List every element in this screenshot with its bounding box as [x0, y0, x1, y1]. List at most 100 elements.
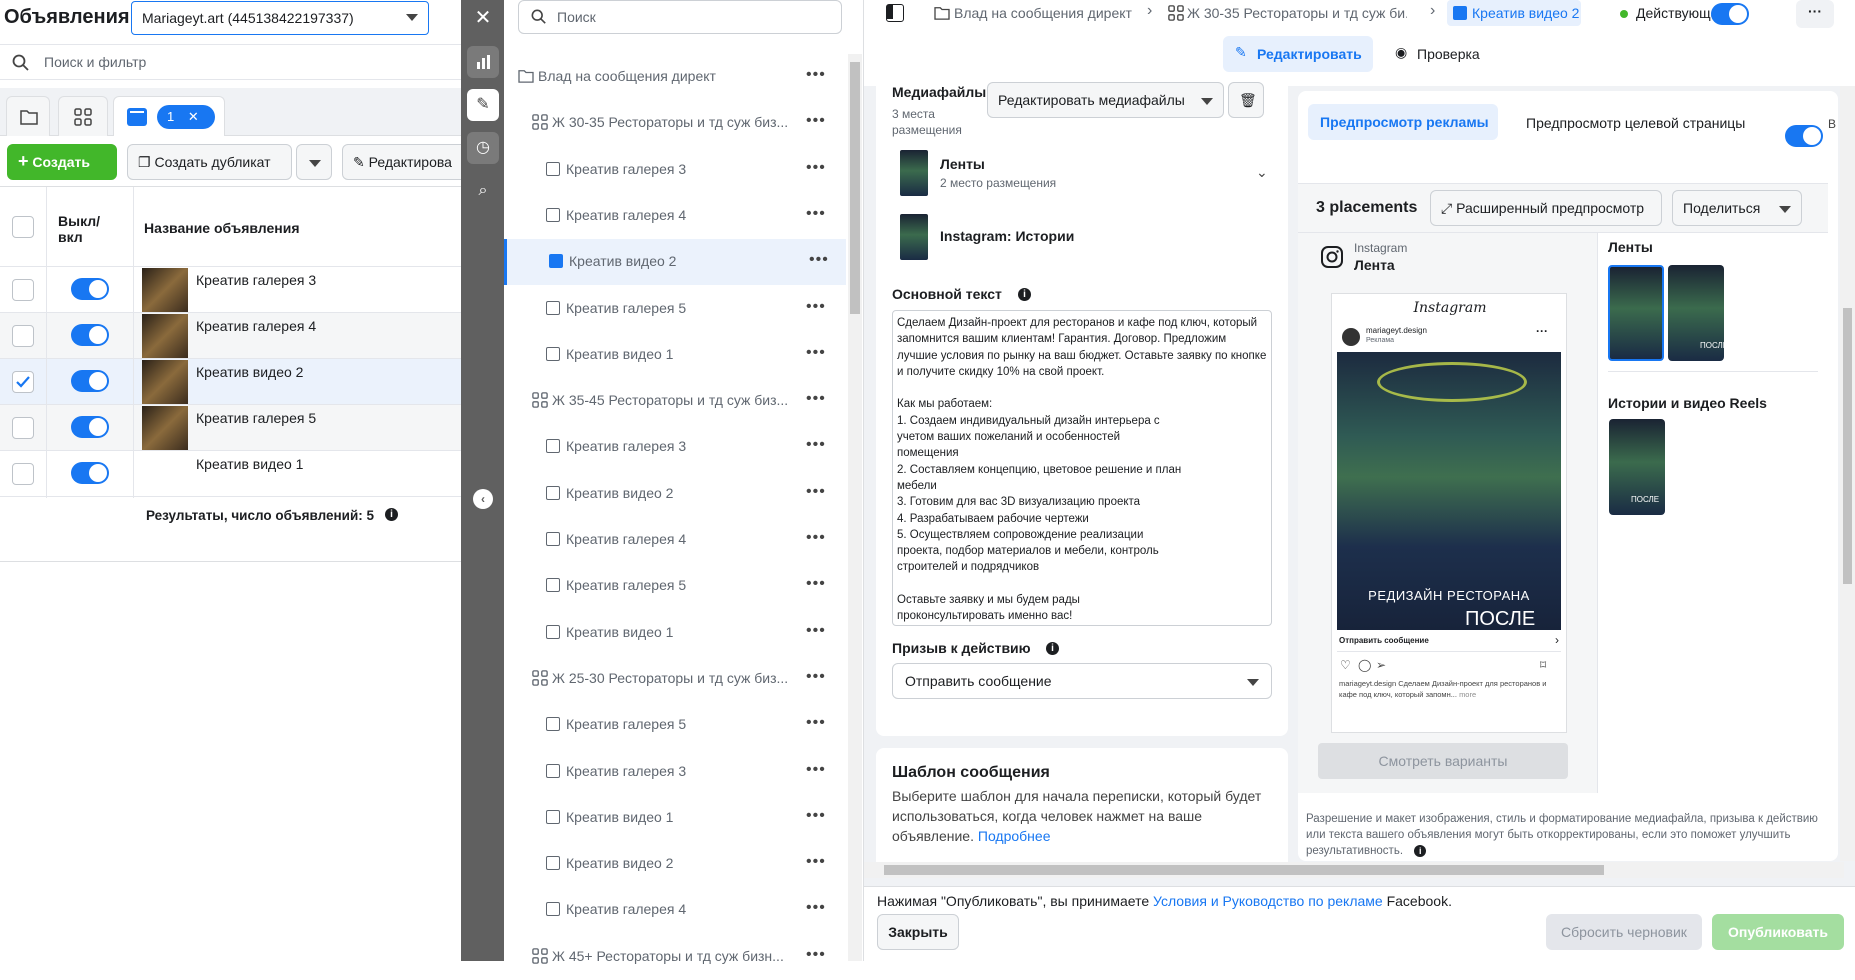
terms-link[interactable]: Условия и Руководство по рекламе [1153, 893, 1383, 909]
tree-item-ad[interactable]: Креатив галерея 3 ••• [504, 749, 846, 795]
row-checkbox[interactable] [12, 417, 34, 439]
tree-item-ad[interactable]: Креатив видео 1 ••• [504, 610, 846, 656]
tree-item-ad[interactable]: Креатив галерея 5 ••• [504, 563, 846, 609]
account-select[interactable]: Mariageyt.art (445138422197337) [131, 1, 429, 35]
more-icon[interactable]: ••• [806, 853, 826, 871]
scroll-thumb[interactable] [850, 62, 860, 314]
placement-thumb-feed-1[interactable] [1608, 265, 1664, 361]
more-icon[interactable]: ••• [809, 251, 829, 269]
tree-item-ad[interactable]: Креатив видео 2 ••• [504, 841, 846, 887]
placement-thumb-feed-2[interactable]: ПОСЛЕ [1668, 265, 1728, 361]
primary-text-input[interactable]: Сделаем Дизайн-проект для ресторанов и к… [892, 310, 1272, 626]
row-toggle[interactable] [71, 278, 109, 300]
tab-landing-preview[interactable]: Предпросмотр целевой страницы [1526, 115, 1745, 131]
selected-count-pill[interactable]: 1 ✕ [157, 105, 215, 129]
tree-item-ad[interactable]: Креатив галерея 5 ••• [504, 702, 846, 748]
more-icon[interactable]: ••• [806, 112, 826, 130]
delete-media-button[interactable]: 🗑 [1228, 82, 1264, 118]
more-icon[interactable]: ••• [806, 298, 826, 316]
ad-name[interactable]: Креатив видео 2 [196, 364, 303, 380]
close-button[interactable]: Закрыть [877, 914, 959, 950]
more-icon[interactable]: ••• [806, 622, 826, 640]
row-toggle[interactable] [71, 462, 109, 484]
more-icon[interactable]: ··· [1796, 0, 1834, 28]
tree-item-campaign[interactable]: Влад на сообщения директ ••• [504, 54, 846, 100]
tab-review[interactable]: ◉ Проверка [1391, 36, 1501, 72]
more-icon[interactable]: ••• [806, 807, 826, 825]
view-variants-button[interactable]: Смотреть варианты [1318, 743, 1568, 779]
more-icon[interactable]: ••• [806, 66, 826, 84]
ad-name[interactable]: Креатив галерея 3 [196, 272, 316, 288]
search-zoom-icon[interactable]: ⌕ [467, 175, 499, 207]
tab-edit[interactable]: ✎ Редактировать [1223, 36, 1373, 72]
placement-thumb-story[interactable]: ПОСЛЕ [1609, 419, 1665, 515]
tab-ads[interactable]: 1 ✕ [113, 96, 225, 136]
table-row[interactable]: Креатив видео 1 [0, 451, 461, 497]
tree-item-ad[interactable]: Креатив видео 1 ••• [504, 795, 846, 841]
scroll-thumb[interactable] [884, 865, 1604, 875]
tree-item-ad[interactable]: Креатив галерея 3 ••• [504, 424, 846, 470]
table-row[interactable]: Креатив галерея 5 [0, 405, 461, 451]
more-icon[interactable]: ••• [806, 390, 826, 408]
edit-button[interactable]: ✎ Редактирова [342, 144, 461, 180]
reset-draft-button[interactable]: Сбросить черновик [1546, 914, 1702, 950]
tree-item-ad[interactable]: Креатив видео 2 ••• [504, 239, 846, 286]
row-checkbox[interactable] [12, 325, 34, 347]
tree-item-ad[interactable]: Креатив галерея 4 ••• [504, 887, 846, 933]
more-icon[interactable]: ••• [806, 483, 826, 501]
row-toggle[interactable] [71, 416, 109, 438]
tree-item-ad[interactable]: Креатив галерея 3 ••• [504, 147, 846, 193]
breadcrumb-ad[interactable]: Креатив видео 2 [1447, 0, 1581, 26]
info-icon[interactable]: i [1018, 288, 1031, 301]
horizontal-scrollbar[interactable] [864, 862, 1844, 878]
tree-item-adset[interactable]: Ж 25-30 Рестораторы и тд суж биз... ••• [504, 656, 846, 702]
panel-toggle-icon[interactable] [886, 4, 904, 22]
info-icon[interactable]: i [385, 508, 398, 521]
table-row[interactable]: Креатив видео 2 [0, 359, 461, 405]
ad-name[interactable]: Креатив галерея 5 [196, 410, 316, 426]
tree-item-adset[interactable]: Ж 35-45 Рестораторы и тд суж биз... ••• [504, 378, 846, 424]
scroll-thumb[interactable] [1843, 308, 1852, 584]
create-button[interactable]: + Создать [7, 144, 117, 180]
collapse-icon[interactable]: ‹ [473, 489, 493, 509]
tree-search-input[interactable]: Поиск [518, 0, 842, 34]
tab-adsets[interactable] [58, 96, 108, 136]
preview-toggle[interactable] [1785, 125, 1823, 147]
learn-more-link[interactable]: Подробнее [978, 828, 1051, 844]
tree-item-ad[interactable]: Креатив галерея 4 ••• [504, 517, 846, 563]
more-icon[interactable]: ••• [806, 436, 826, 454]
select-all-checkbox[interactable] [12, 216, 34, 238]
tree-item-ad[interactable]: Креатив галерея 5 ••• [504, 286, 846, 332]
vertical-scrollbar[interactable] [1840, 86, 1855, 861]
tree-item-adset[interactable]: Ж 45+ Рестораторы и тд суж бизн... ••• [504, 934, 846, 980]
clock-icon[interactable]: ◷ [467, 132, 499, 164]
more-icon[interactable]: ••• [806, 344, 826, 362]
more-icon[interactable]: ••• [806, 575, 826, 593]
cta-select[interactable]: Отправить сообщение [892, 663, 1272, 699]
more-icon[interactable]: ••• [806, 714, 826, 732]
more-icon[interactable]: ••• [806, 529, 826, 547]
table-row[interactable]: Креатив галерея 3 [0, 267, 461, 313]
duplicate-button[interactable]: ❐ Создать дубликат [127, 144, 292, 180]
more-icon[interactable]: ••• [806, 899, 826, 917]
duplicate-dropdown[interactable] [296, 144, 332, 180]
breadcrumb-adset[interactable]: Ж 30-35 Рестораторы и тд суж би... [1187, 5, 1407, 21]
tree-item-adset[interactable]: Ж 30-35 Рестораторы и тд суж биз... ••• [504, 100, 846, 146]
ad-status-toggle[interactable] [1711, 3, 1749, 25]
close-icon[interactable]: ✕ [467, 2, 499, 34]
share-button[interactable]: Поделиться [1672, 190, 1802, 226]
row-toggle[interactable] [71, 370, 109, 392]
row-toggle[interactable] [71, 324, 109, 346]
row-checkbox[interactable] [12, 371, 34, 393]
close-icon[interactable]: ✕ [188, 109, 199, 124]
publish-button[interactable]: Опубликовать [1712, 914, 1844, 950]
search-filter-bar[interactable]: Поиск и фильтр [0, 44, 461, 80]
row-checkbox[interactable] [12, 279, 34, 301]
row-checkbox[interactable] [12, 463, 34, 485]
col-name-header[interactable]: Название объявления [144, 220, 300, 236]
tree-item-ad[interactable]: Креатив видео 1 ••• [504, 332, 846, 378]
info-icon[interactable]: i [1414, 845, 1427, 857]
tab-ad-preview[interactable]: Предпросмотр рекламы [1308, 104, 1498, 140]
tree-item-ad[interactable]: Креатив видео 2 ••• [504, 471, 846, 517]
ad-name[interactable]: Креатив видео 1 [196, 456, 303, 472]
